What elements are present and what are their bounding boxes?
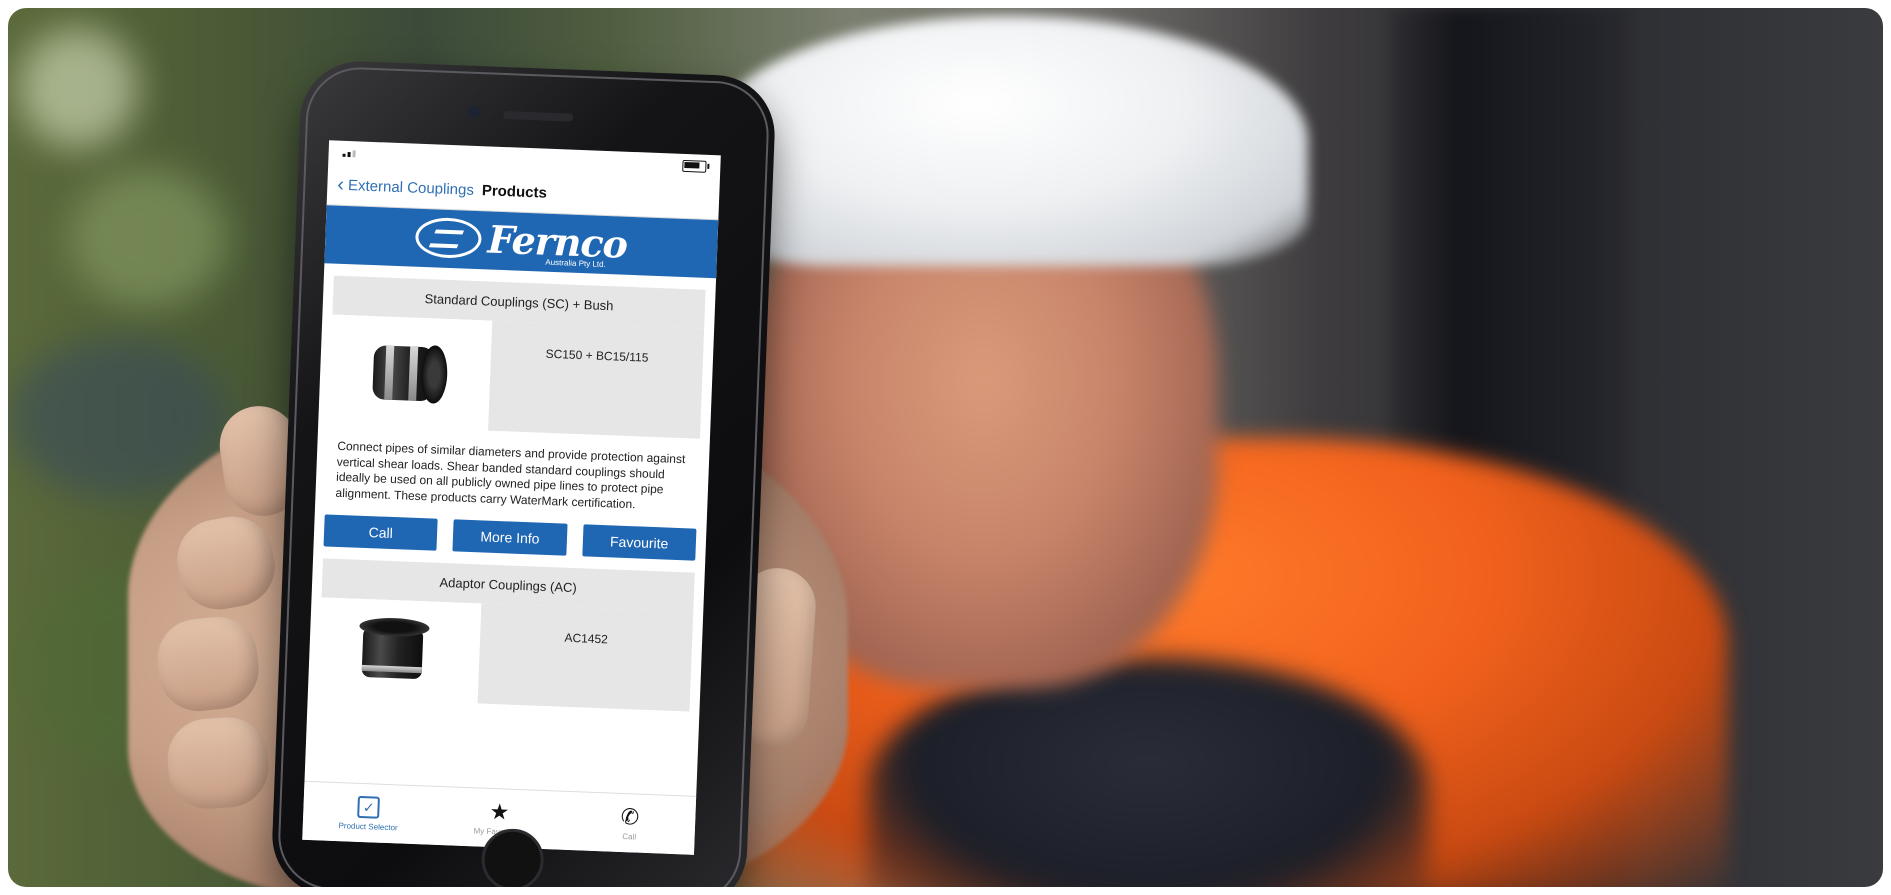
product-image [328,314,493,431]
background-bokeh [68,168,228,308]
chevron-left-icon: ‹ [336,173,345,196]
brand-subtitle: Australia Pty Ltd. [545,257,606,269]
fernco-logo-icon [415,216,483,259]
call-button[interactable]: Call [323,514,438,552]
earpiece [502,110,573,122]
product-code: SC150 + BC15/115 [488,320,705,439]
product-card[interactable]: SC150 + BC15/115 [328,314,705,439]
tab-label: Call [622,831,637,842]
product-code: AC1452 [477,603,694,712]
background-bokeh [18,28,138,148]
product-card[interactable]: AC1452 [317,597,694,712]
phone-screen: ‹ External Couplings Products Fernco Aus… [302,140,721,855]
adaptor-coupling-image [359,617,437,684]
product-description: Connect pipes of similar diameters and p… [335,438,686,512]
coupling-image [372,339,449,406]
back-button[interactable]: ‹ External Couplings [336,173,475,200]
back-button-label: External Couplings [347,176,475,199]
smartphone: ‹ External Couplings Products Fernco Aus… [270,59,777,887]
tab-call[interactable]: ✆ Call [563,792,696,855]
signal-icon [342,149,356,157]
tab-product-selector[interactable]: ✓ Product Selector [302,782,435,845]
star-icon: ★ [489,798,510,825]
more-info-button[interactable]: More Info [452,519,568,557]
hard-hat [708,16,1308,266]
favourite-button[interactable]: Favourite [581,524,697,562]
tab-label: Product Selector [338,820,398,832]
battery-icon [682,159,707,173]
front-camera [467,105,481,119]
checkbox-icon: ✓ [357,795,381,819]
page-title: Products [481,181,548,202]
finger [164,714,272,812]
phone-icon: ✆ [620,803,640,830]
photo-frame: ‹ External Couplings Products Fernco Aus… [8,8,1883,887]
product-image [317,597,482,704]
